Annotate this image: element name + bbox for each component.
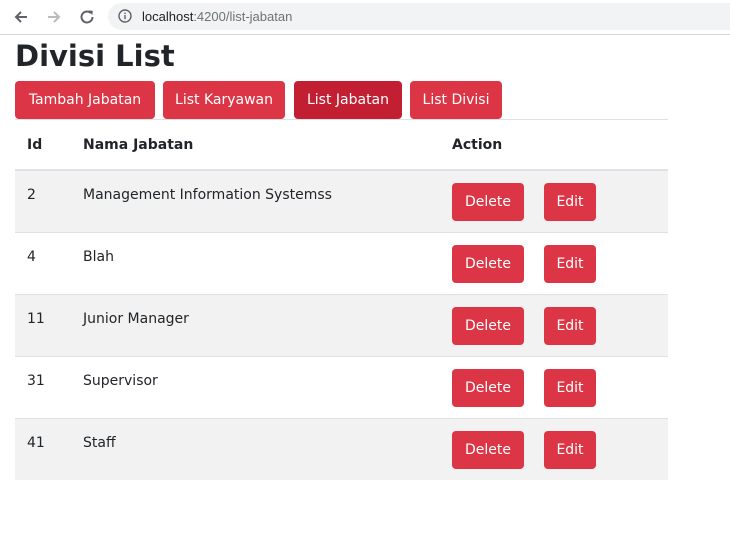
cell-nama-jabatan: Staff: [71, 417, 440, 480]
forward-button[interactable]: [43, 6, 65, 28]
url-host: localhost: [142, 9, 194, 24]
table-row: 4 Blah Delete Edit: [15, 231, 668, 294]
column-header-action: Action: [440, 119, 668, 171]
table-row: 41 Staff Delete Edit: [15, 417, 668, 480]
column-header-id: Id: [15, 119, 71, 171]
jabatan-table-container: Id Nama Jabatan Action 2 Management Info…: [15, 119, 668, 480]
cell-id: 11: [15, 293, 71, 356]
cell-id: 41: [15, 417, 71, 480]
cell-action: Delete Edit: [440, 417, 668, 480]
delete-button[interactable]: Delete: [452, 306, 524, 345]
back-button[interactable]: [10, 6, 32, 28]
cell-nama-jabatan: Blah: [71, 231, 440, 294]
delete-button[interactable]: Delete: [452, 244, 524, 283]
cell-id: 2: [15, 169, 71, 232]
cell-action: Delete Edit: [440, 355, 668, 418]
cell-id: 4: [15, 231, 71, 294]
cell-nama-jabatan: Supervisor: [71, 355, 440, 418]
cell-action: Delete Edit: [440, 293, 668, 356]
cell-action: Delete Edit: [440, 231, 668, 294]
address-bar[interactable]: localhost:4200/list-jabatan: [108, 3, 730, 30]
list-karyawan-button[interactable]: List Karyawan: [163, 81, 285, 119]
arrow-left-icon: [14, 11, 27, 23]
delete-button[interactable]: Delete: [452, 183, 524, 221]
page-title: Divisi List: [15, 39, 175, 73]
cell-action: Delete Edit: [440, 169, 668, 232]
browser-toolbar: localhost:4200/list-jabatan: [0, 0, 730, 35]
cell-id: 31: [15, 355, 71, 418]
address-url: localhost:4200/list-jabatan: [142, 8, 292, 25]
info-icon[interactable]: [118, 9, 132, 23]
table-row: 2 Management Information Systemss Delete…: [15, 169, 668, 232]
table-row: 31 Supervisor Delete Edit: [15, 355, 668, 418]
arrow-right-icon: [48, 11, 61, 23]
delete-button[interactable]: Delete: [452, 430, 524, 469]
edit-button[interactable]: Edit: [544, 183, 596, 221]
edit-button[interactable]: Edit: [544, 368, 596, 407]
table-header-row: Id Nama Jabatan Action: [15, 119, 668, 171]
list-divisi-button[interactable]: List Divisi: [410, 81, 502, 119]
jabatan-table: Id Nama Jabatan Action 2 Management Info…: [15, 119, 668, 480]
reload-icon: [80, 10, 94, 24]
edit-button[interactable]: Edit: [544, 306, 596, 345]
cell-nama-jabatan: Management Information Systemss: [71, 169, 440, 232]
list-jabatan-button[interactable]: List Jabatan: [294, 81, 402, 119]
edit-button[interactable]: Edit: [544, 430, 596, 469]
edit-button[interactable]: Edit: [544, 244, 596, 283]
table-row: 11 Junior Manager Delete Edit: [15, 293, 668, 356]
tambah-jabatan-button[interactable]: Tambah Jabatan: [15, 81, 155, 119]
url-path: :4200/list-jabatan: [193, 9, 293, 24]
cell-nama-jabatan: Junior Manager: [71, 293, 440, 356]
delete-button[interactable]: Delete: [452, 368, 524, 407]
reload-button[interactable]: [76, 6, 98, 28]
column-header-nama-jabatan: Nama Jabatan: [71, 119, 440, 171]
